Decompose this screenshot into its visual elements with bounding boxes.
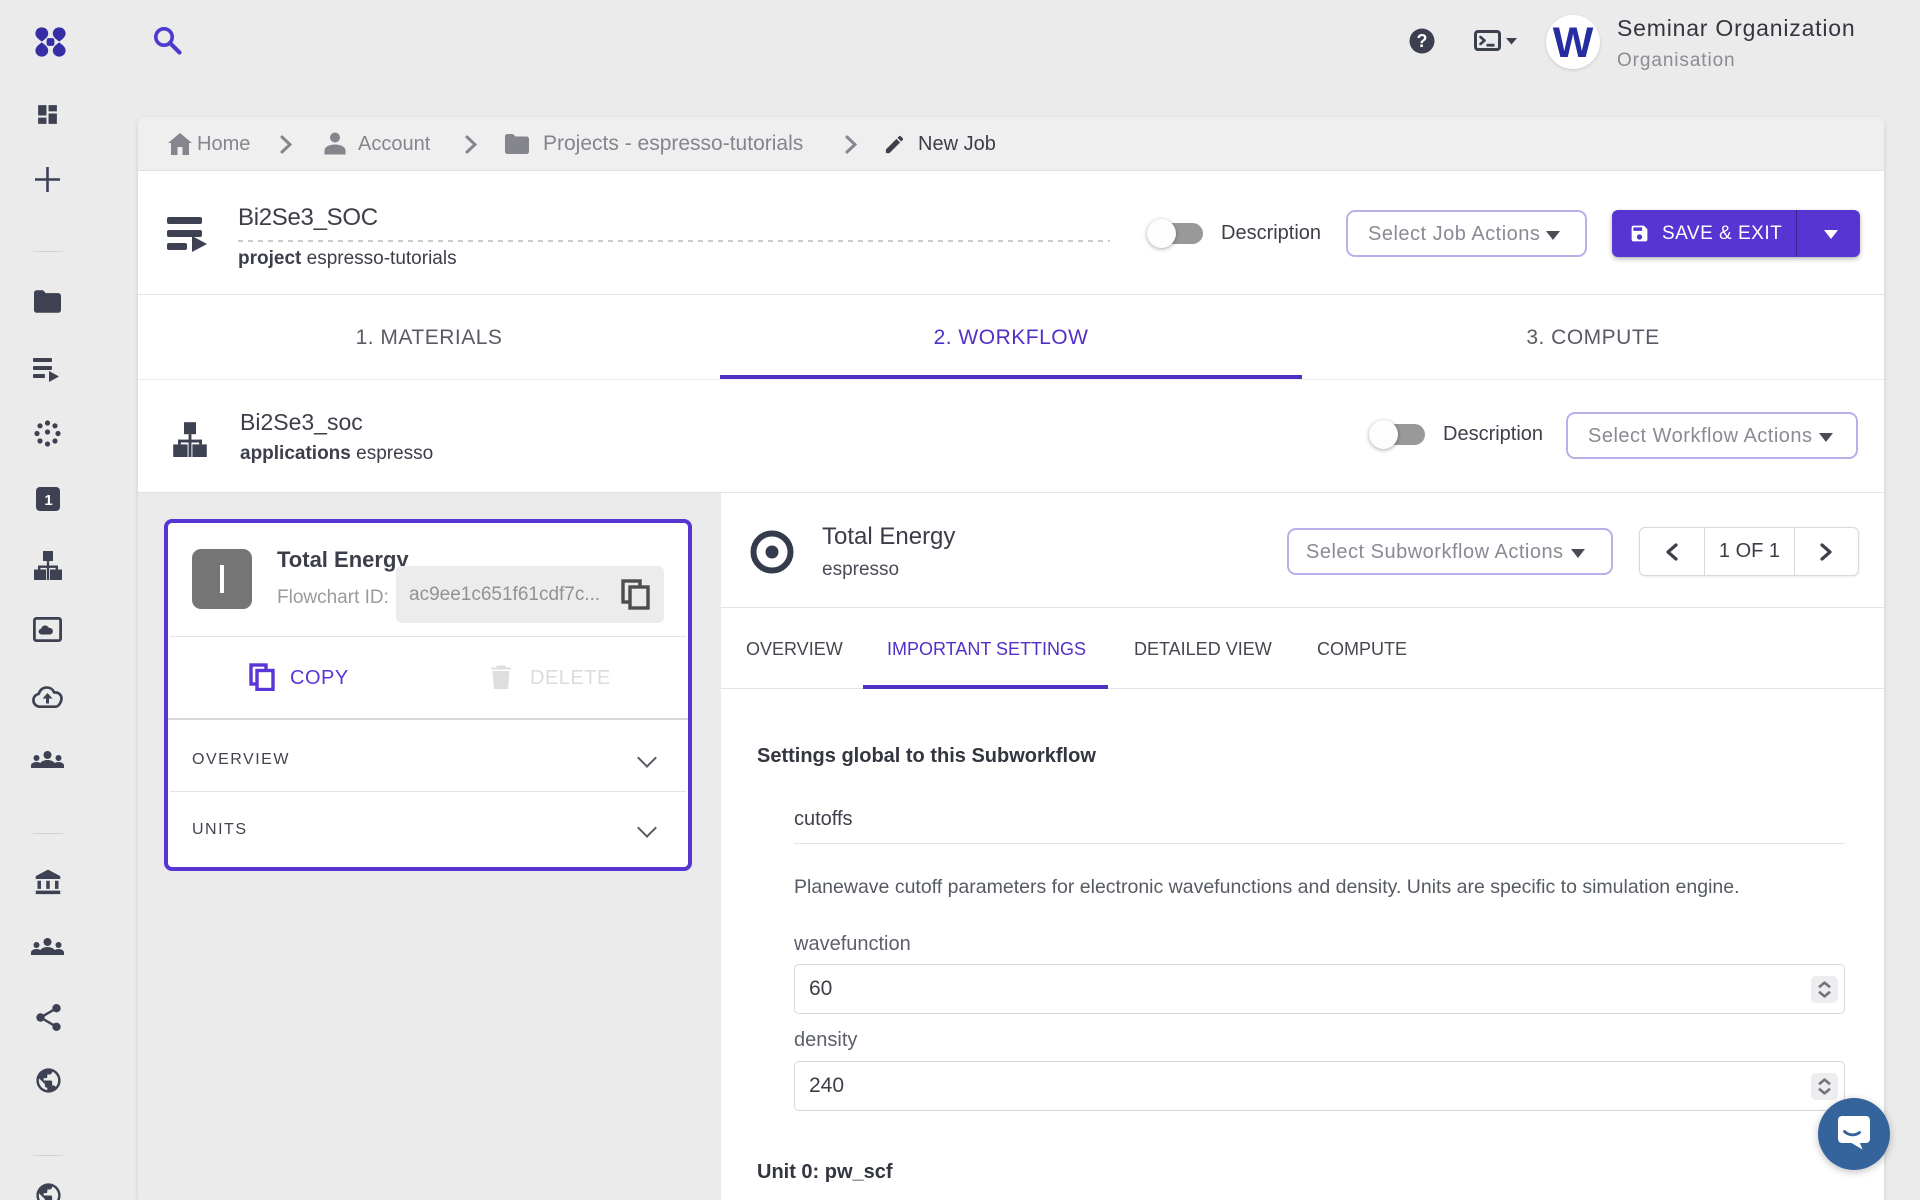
svg-text:1: 1 — [44, 492, 52, 509]
svg-text:?: ? — [1417, 31, 1428, 51]
